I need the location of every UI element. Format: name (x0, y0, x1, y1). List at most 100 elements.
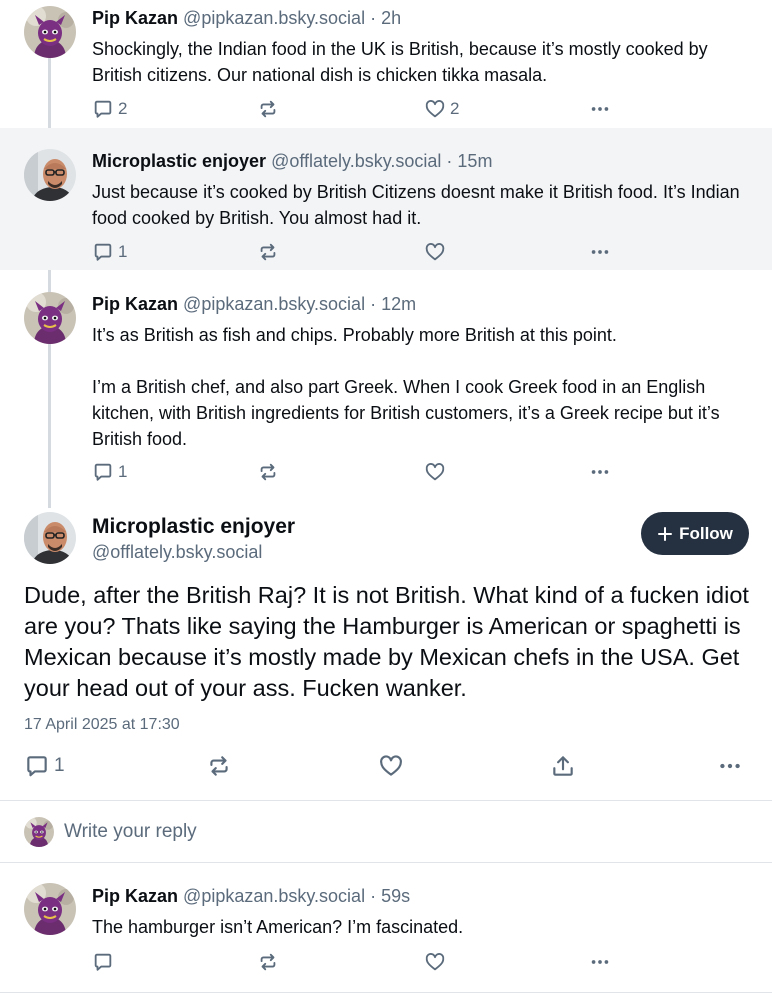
like-button[interactable] (424, 460, 450, 484)
author-name[interactable]: Pip Kazan (92, 886, 178, 906)
post-actions: 1 (92, 460, 632, 484)
more-icon (589, 951, 611, 973)
repost-button[interactable] (206, 752, 232, 780)
like-icon (424, 98, 446, 120)
post-time[interactable]: 2h (381, 8, 401, 28)
post-meta: Pip Kazan @pipkazan.bsky.social · 2h (92, 6, 401, 30)
divider (0, 800, 772, 801)
like-count: 2 (450, 99, 460, 118)
more-icon (589, 241, 611, 263)
share-button[interactable] (550, 752, 576, 780)
thread-post-2[interactable]: Microplastic enjoyer @offlately.bsky.soc… (0, 128, 772, 270)
reply-count: 1 (118, 242, 128, 261)
reply-placeholder[interactable]: Write your reply (64, 821, 197, 843)
repost-button[interactable] (257, 97, 283, 121)
author-name[interactable]: Microplastic enjoyer (92, 514, 295, 540)
more-button[interactable] (589, 97, 611, 121)
post-paragraph: It’s as British as fish and chips. Proba… (92, 325, 617, 345)
more-button[interactable] (589, 950, 611, 974)
reply-icon (92, 241, 114, 263)
more-icon (589, 98, 611, 120)
post-text: The hamburger isn’t American? I’m fascin… (92, 917, 464, 937)
post-time[interactable]: 15m (457, 151, 492, 171)
post-paragraph: Just because it’s cooked by British Citi… (92, 182, 740, 228)
repost-button[interactable] (257, 950, 279, 974)
share-icon (550, 753, 576, 779)
follow-label: Follow (679, 523, 733, 543)
author-name[interactable]: Microplastic enjoyer (92, 151, 266, 171)
like-icon (378, 753, 404, 779)
repost-icon (257, 241, 279, 263)
main-post-text: Dude, after the British Raj? It is not B… (24, 582, 749, 701)
avatar[interactable] (24, 512, 76, 564)
like-icon (424, 241, 446, 263)
reply-post[interactable]: Pip Kazan @pipkazan.bsky.social · 59s Th… (0, 863, 772, 1000)
repost-icon (257, 951, 279, 973)
post-paragraph: Shockingly, the Indian food in the UK is… (92, 39, 708, 85)
author-handle[interactable]: @pipkazan.bsky.social (183, 294, 365, 314)
meta-separator: · (365, 886, 382, 906)
more-button[interactable] (589, 460, 611, 484)
reply-count: 2 (118, 99, 128, 118)
author-handle[interactable]: @offlately.bsky.social (92, 540, 262, 564)
reply-count: 1 (118, 462, 128, 481)
reply-icon (24, 753, 50, 779)
post-text: Shockingly, the Indian food in the UK is… (92, 36, 752, 88)
post-meta: Pip Kazan @pipkazan.bsky.social · 12m (92, 292, 416, 316)
post-time[interactable]: 12m (381, 294, 416, 314)
post-actions (92, 950, 632, 974)
reply-icon (92, 461, 114, 483)
thread-post-3[interactable]: Pip Kazan @pipkazan.bsky.social · 12m It… (0, 270, 772, 500)
post-date[interactable]: 17 April 2025 at 17:30 (24, 716, 180, 734)
post-actions: 1 (24, 752, 754, 780)
avatar (24, 817, 54, 847)
avatar[interactable] (24, 6, 76, 58)
reply-button[interactable] (92, 950, 114, 974)
meta-separator: · (365, 294, 382, 314)
thread-post-1[interactable]: Pip Kazan @pipkazan.bsky.social · 2h Sho… (0, 0, 772, 128)
reply-button[interactable]: 1 (24, 752, 65, 780)
author-handle[interactable]: @pipkazan.bsky.social (183, 8, 365, 28)
author-handle[interactable]: @offlately.bsky.social (271, 151, 441, 171)
meta-separator: · (365, 8, 382, 28)
more-button[interactable] (589, 240, 611, 264)
like-button[interactable] (378, 752, 404, 780)
more-button[interactable] (717, 752, 743, 780)
reply-icon (92, 98, 114, 120)
divider (0, 992, 772, 993)
meta-separator: · (441, 151, 458, 171)
post-time[interactable]: 59s (381, 886, 410, 906)
repost-button[interactable] (257, 240, 283, 264)
avatar[interactable] (24, 149, 76, 201)
like-icon (424, 951, 446, 973)
repost-icon (206, 753, 232, 779)
follow-button[interactable]: Follow (641, 512, 749, 555)
post-actions: 1 (92, 240, 632, 264)
reply-button[interactable]: 1 (92, 460, 127, 484)
repost-icon (257, 98, 279, 120)
like-button[interactable]: 2 (424, 97, 459, 121)
reply-icon (92, 951, 114, 973)
post-text: Just because it’s cooked by British Citi… (92, 179, 752, 231)
reply-composer[interactable]: Write your reply (0, 802, 772, 862)
like-button[interactable] (424, 950, 446, 974)
post-text: It’s as British as fish and chips. Proba… (92, 322, 752, 452)
post-actions: 2 2 (92, 97, 632, 121)
repost-button[interactable] (257, 460, 283, 484)
repost-icon (257, 461, 279, 483)
more-icon (589, 461, 611, 483)
author-name[interactable]: Pip Kazan (92, 294, 178, 314)
avatar[interactable] (24, 292, 76, 344)
like-button[interactable] (424, 240, 450, 264)
reply-button[interactable]: 1 (92, 240, 127, 264)
author-handle[interactable]: @pipkazan.bsky.social (183, 886, 365, 906)
post-meta: Pip Kazan @pipkazan.bsky.social · 59s (92, 884, 410, 908)
reply-button[interactable]: 2 (92, 97, 127, 121)
avatar[interactable] (24, 883, 76, 935)
post-meta: Microplastic enjoyer @offlately.bsky.soc… (92, 149, 492, 173)
reply-count: 1 (54, 755, 65, 776)
more-icon (717, 753, 743, 779)
like-icon (424, 461, 446, 483)
plus-icon (658, 526, 673, 541)
author-name[interactable]: Pip Kazan (92, 8, 178, 28)
